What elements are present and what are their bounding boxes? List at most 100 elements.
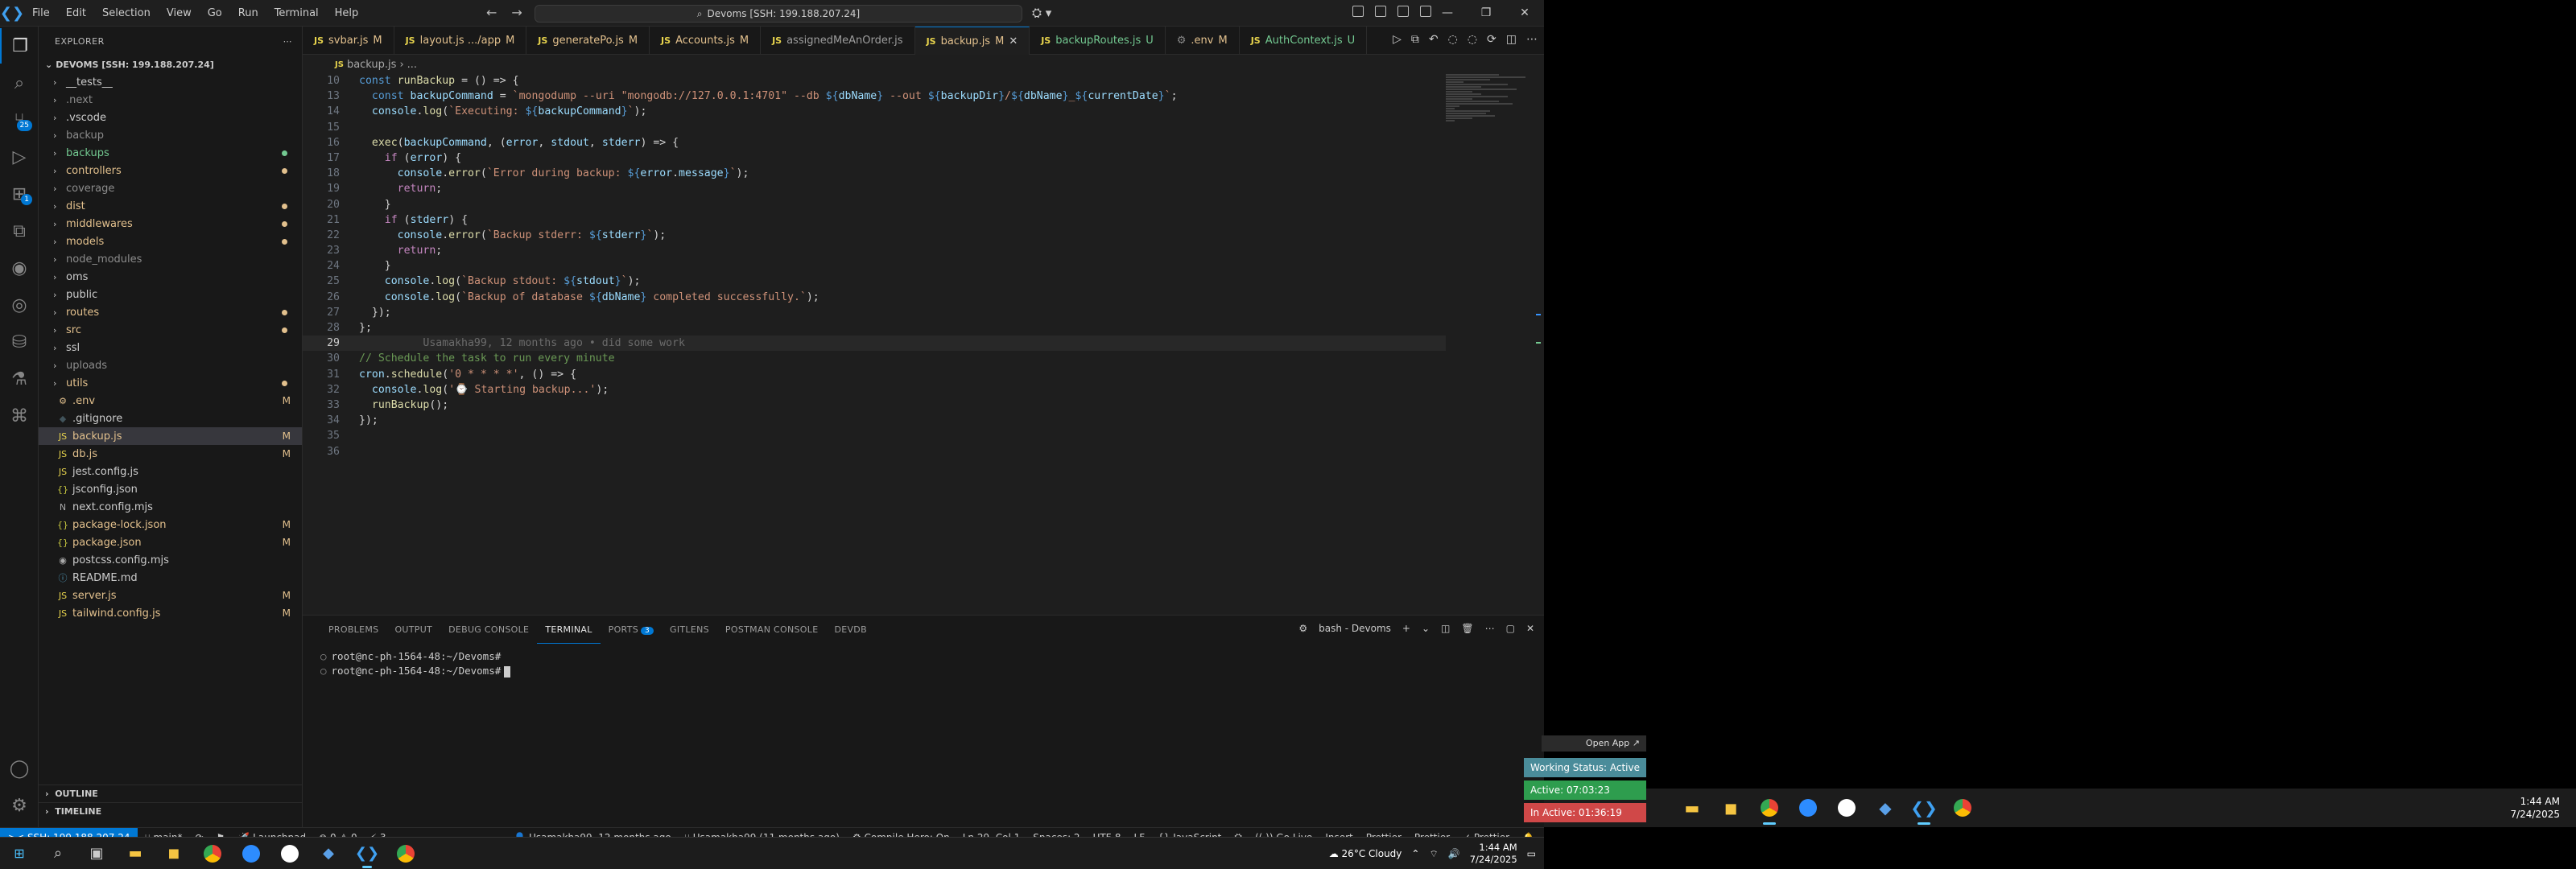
tree-file[interactable]: JS backup.js M bbox=[39, 427, 302, 445]
source-control-icon[interactable]: ⑂25 bbox=[0, 102, 39, 138]
windows-start-icon[interactable]: ⊞ bbox=[0, 838, 39, 869]
compare-icon[interactable]: ⧉ bbox=[1411, 33, 1419, 46]
tree-folder[interactable]: › utils bbox=[39, 374, 302, 392]
code-line[interactable]: 10 const runBackup = () => { bbox=[303, 73, 1446, 89]
gitlens-line-icon[interactable]: ◌ bbox=[1448, 33, 1458, 46]
breadcrumb-file[interactable]: backup.js bbox=[347, 59, 397, 71]
panel-tab-debug-console[interactable]: DEBUG CONSOLE bbox=[440, 616, 537, 644]
store-icon[interactable]: ◼ bbox=[155, 838, 193, 869]
chrome-profile-icon[interactable] bbox=[1943, 789, 1982, 827]
timeline-section[interactable]: › TIMELINE bbox=[39, 802, 303, 820]
app-icon[interactable]: ◆ bbox=[309, 838, 348, 869]
more-actions-icon[interactable]: ⋯ bbox=[283, 36, 293, 47]
tree-file[interactable]: JS tailwind.config.js M bbox=[39, 604, 302, 622]
explorer-icon[interactable]: ❐ bbox=[0, 28, 39, 64]
panel-tab-terminal[interactable]: TERMINAL bbox=[537, 616, 601, 644]
copilot-icon[interactable]: ⛭ ▾ bbox=[1032, 6, 1051, 20]
editor-tab[interactable]: JS layout.js .../app M bbox=[394, 27, 527, 55]
code-line[interactable]: 30 // Schedule the task to run every minu… bbox=[303, 351, 1446, 366]
chevron-down-icon[interactable]: ⌄ bbox=[1422, 623, 1430, 634]
code-line[interactable]: 29 Usamakha99, 12 months ago • did some … bbox=[303, 336, 1446, 352]
back-arrow-icon[interactable]: ← bbox=[486, 5, 497, 20]
zoom-icon[interactable] bbox=[232, 838, 270, 869]
maximize-panel-icon[interactable]: ▢ bbox=[1506, 623, 1515, 634]
code-line[interactable]: 19 return; bbox=[303, 181, 1446, 196]
open-app-button[interactable]: Open App ↗ bbox=[1542, 735, 1646, 752]
close-tab-icon[interactable]: ✕ bbox=[1009, 35, 1018, 47]
code-line[interactable]: 33 runBackup(); bbox=[303, 397, 1446, 413]
menu-go[interactable]: Go bbox=[200, 0, 230, 27]
editor-tab[interactable]: JS Accounts.js M bbox=[650, 27, 762, 55]
code-line[interactable]: 23 return; bbox=[303, 243, 1446, 258]
tree-folder[interactable]: › src bbox=[39, 321, 302, 339]
code-line[interactable]: 28}; bbox=[303, 320, 1446, 336]
editor-tab[interactable]: JS backup.js M ✕ bbox=[914, 27, 1030, 55]
code-line[interactable]: 27 }); bbox=[303, 305, 1446, 320]
tree-folder[interactable]: › oms bbox=[39, 268, 302, 286]
code-line[interactable]: 31 cron.schedule('0 * * * *', () => { bbox=[303, 367, 1446, 382]
network-icon[interactable]: ⌔ bbox=[1429, 848, 1438, 860]
panel-tab-postman-console[interactable]: POSTMAN CONSOLE bbox=[717, 616, 827, 644]
app-icon[interactable]: ◆ bbox=[1866, 789, 1905, 827]
tree-file[interactable]: ◉ postcss.config.mjs bbox=[39, 551, 302, 569]
tree-file[interactable]: Nnext.config.mjs bbox=[39, 498, 302, 516]
tree-folder[interactable]: › dist bbox=[39, 197, 302, 215]
tree-file[interactable]: JS db.js M bbox=[39, 445, 302, 463]
run-icon[interactable]: ▷ bbox=[1393, 33, 1402, 46]
editor-tab[interactable]: JS AuthContext.js U bbox=[1240, 27, 1368, 55]
editor-tab[interactable]: JS backupRoutes.js U bbox=[1030, 27, 1166, 55]
gitlens-file-icon[interactable]: ◌ bbox=[1468, 33, 1477, 46]
code-line[interactable]: 21 if (stderr) { bbox=[303, 212, 1446, 228]
manage-gear-icon[interactable]: ⚙ bbox=[0, 788, 39, 823]
menu-help[interactable]: Help bbox=[327, 0, 367, 27]
app-icon[interactable] bbox=[270, 838, 309, 869]
toggle-sidebar-icon[interactable] bbox=[1375, 6, 1386, 17]
code-editor[interactable]: 10 const runBackup = () => {13 const back… bbox=[303, 73, 1446, 614]
menu-selection[interactable]: Selection bbox=[94, 0, 159, 27]
code-line[interactable]: 25 console.log(`Backup stdout: ${stdout}… bbox=[303, 274, 1446, 289]
close-panel-icon[interactable]: ✕ bbox=[1526, 623, 1534, 634]
code-line[interactable]: 22 console.error(`Backup stderr: ${stder… bbox=[303, 228, 1446, 243]
editor-more-icon[interactable]: ⋯ bbox=[1526, 33, 1538, 46]
tree-file[interactable]: ⚙ .env M bbox=[39, 392, 302, 410]
run-debug-icon[interactable]: ▷ bbox=[0, 139, 39, 175]
chrome-profile-icon[interactable] bbox=[386, 838, 425, 869]
zoom-icon[interactable] bbox=[1789, 789, 1827, 827]
code-line[interactable]: 17 if (error) { bbox=[303, 150, 1446, 166]
minimap[interactable] bbox=[1446, 73, 1534, 138]
editor-tab[interactable]: JS svbar.js M bbox=[303, 27, 394, 55]
go-live-icon[interactable]: ⟳ bbox=[1487, 33, 1496, 46]
clock[interactable]: 1:44 AM 7/24/2025 bbox=[1470, 842, 1517, 866]
tree-file[interactable]: {} jsconfig.json bbox=[39, 480, 302, 498]
panel-tab-ports[interactable]: PORTS 3 bbox=[601, 616, 662, 644]
code-line[interactable]: 14 console.log(`Executing: ${backupComma… bbox=[303, 104, 1446, 119]
forward-arrow-icon[interactable]: → bbox=[511, 5, 522, 20]
tree-folder[interactable]: › backup bbox=[39, 126, 302, 144]
chrome-icon[interactable] bbox=[193, 838, 232, 869]
tree-folder[interactable]: › controllers bbox=[39, 162, 302, 179]
python-icon[interactable]: ⌘ bbox=[0, 398, 39, 434]
tree-folder[interactable]: › ssl bbox=[39, 339, 302, 356]
tree-file[interactable]: ⓘ README.md bbox=[39, 569, 302, 587]
panel-tab-devdb[interactable]: DEVDB bbox=[826, 616, 874, 644]
tree-folder[interactable]: › coverage bbox=[39, 179, 302, 197]
testing-icon[interactable]: ⚗ bbox=[0, 361, 39, 397]
tree-folder[interactable]: › public bbox=[39, 286, 302, 303]
close-icon[interactable]: ✕ bbox=[1505, 0, 1544, 27]
code-line[interactable]: 18 console.error(`Error during backup: $… bbox=[303, 166, 1446, 181]
file-explorer-icon[interactable]: ▬ bbox=[116, 838, 155, 869]
tree-folder[interactable]: › models bbox=[39, 233, 302, 250]
code-line[interactable]: 16 exec(backupCommand, (error, stdout, s… bbox=[303, 135, 1446, 150]
gitlens-icon[interactable]: ◉ bbox=[0, 250, 39, 286]
tree-folder[interactable]: › routes bbox=[39, 303, 302, 321]
code-line[interactable]: 20 } bbox=[303, 197, 1446, 212]
tree-folder[interactable]: › middlewares bbox=[39, 215, 302, 233]
workspace-root[interactable]: ⌄ DEVOMS [SSH: 199.188.207.24] bbox=[39, 56, 302, 73]
notification-center-icon[interactable]: ▭ bbox=[1527, 848, 1536, 859]
tree-folder[interactable]: › .next bbox=[39, 91, 302, 109]
chrome-icon[interactable] bbox=[1750, 789, 1789, 827]
tree-folder[interactable]: › node_modules bbox=[39, 250, 302, 268]
tree-file[interactable]: {} package.json M bbox=[39, 533, 302, 551]
extensions-icon[interactable]: ⊞ 1 bbox=[0, 176, 39, 212]
menu-view[interactable]: View bbox=[159, 0, 200, 27]
